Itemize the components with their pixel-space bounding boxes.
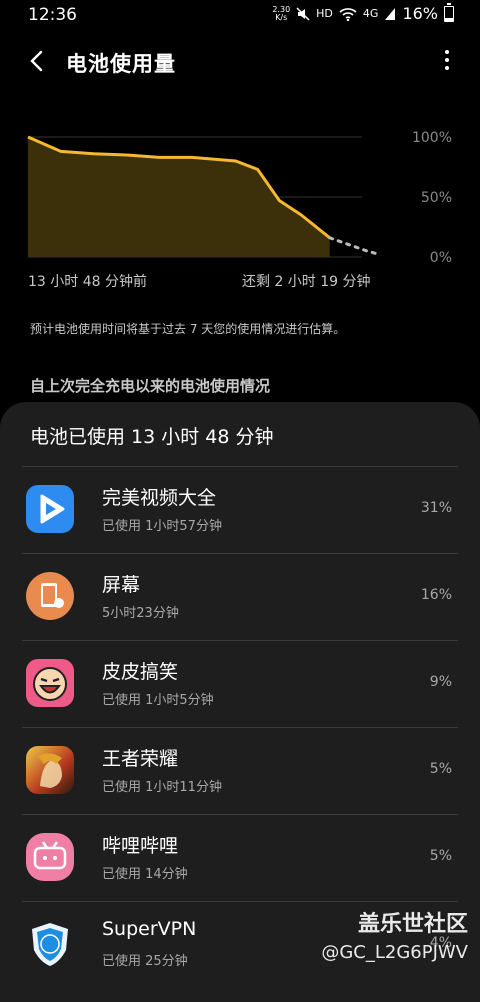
app-usage-time: 5小时23分钟 xyxy=(102,606,179,621)
app-name: 王者荣耀 xyxy=(102,748,179,770)
signal-type: 4G xyxy=(362,7,379,20)
app-usage-percent: 16% xyxy=(420,587,452,603)
app-row-video[interactable]: 完美视频大全 已使用 1小时57分钟 31% xyxy=(22,466,458,553)
estimate-note: 预计电池使用时间将基于过去 7 天您的使用情况进行估算。 xyxy=(30,322,346,336)
hd-badge: HD xyxy=(316,7,333,20)
app-row-bilibili[interactable]: 哔哩哔哩 已使用 14分钟 5% xyxy=(22,814,458,901)
mute-icon xyxy=(296,6,310,21)
community-watermark: 盖乐世社区 @GC_L2G6PJWV xyxy=(321,906,468,963)
total-usage: 电池已使用 13 小时 48 分钟 xyxy=(30,426,274,448)
net-speed-unit: K/s xyxy=(275,12,288,22)
app-name: 哔哩哔哩 xyxy=(102,835,179,857)
bilibili-icon xyxy=(26,833,74,881)
app-usage-percent: 31% xyxy=(420,500,452,516)
game-hero-icon xyxy=(26,746,74,794)
app-header: 电池使用量 xyxy=(0,40,480,84)
app-usage-time: 已使用 14分钟 xyxy=(102,867,188,882)
app-usage-percent: 5% xyxy=(429,761,452,777)
app-row-honor[interactable]: 王者荣耀 已使用 1小时11分钟 5% xyxy=(22,727,458,814)
screen-icon xyxy=(26,572,74,620)
watermark-user: @GC_L2G6PJWV xyxy=(321,942,468,963)
app-usage-time: 已使用 1小时5分钟 xyxy=(102,693,214,708)
wifi-icon xyxy=(339,7,357,21)
app-usage-percent: 9% xyxy=(429,674,452,690)
cell-signal-icon xyxy=(385,7,396,20)
battery-chart xyxy=(0,120,480,280)
app-usage-time: 已使用 1小时11分钟 xyxy=(102,780,222,795)
laughing-face-icon xyxy=(26,659,74,707)
watermark-title: 盖乐世社区 xyxy=(357,912,468,937)
app-usage-time: 已使用 25分钟 xyxy=(102,954,188,969)
status-icons: 2.30 K/s HD 4G 16% xyxy=(272,2,454,23)
app-name: 完美视频大全 xyxy=(102,487,217,509)
status-bar: 12:36 2.30 K/s HD 4G 16% xyxy=(0,0,480,30)
app-usage-percent: 5% xyxy=(429,848,452,864)
y-label-50: 50% xyxy=(420,190,452,206)
app-name: 屏幕 xyxy=(102,574,141,596)
more-options-icon[interactable] xyxy=(442,50,452,72)
battery-chart-svg xyxy=(27,135,382,258)
video-play-icon xyxy=(26,485,74,533)
app-name: 皮皮搞笑 xyxy=(102,661,179,683)
app-usage-time: 已使用 1小时57分钟 xyxy=(102,519,222,534)
x-label-start: 13 小时 48 分钟前 xyxy=(28,274,147,290)
battery-percent: 16% xyxy=(402,4,438,23)
battery-icon xyxy=(444,2,454,22)
y-label-0: 0% xyxy=(429,250,452,266)
since-full-charge-label: 自上次完全充电以来的电池使用情况 xyxy=(30,377,271,395)
app-name: SuperVPN xyxy=(102,918,197,940)
y-label-100: 100% xyxy=(411,130,452,146)
net-speed: 2.30 K/s xyxy=(272,5,290,22)
page-title: 电池使用量 xyxy=(66,52,176,76)
back-arrow-icon[interactable] xyxy=(26,48,48,74)
battery-projection-line xyxy=(328,236,382,257)
status-time: 12:36 xyxy=(28,5,77,25)
app-row-pipi[interactable]: 皮皮搞笑 已使用 1小时5分钟 9% xyxy=(22,640,458,727)
app-row-screen[interactable]: 屏幕 5小时23分钟 16% xyxy=(22,553,458,640)
shield-vpn-icon xyxy=(26,920,74,968)
x-label-end: 还剩 2 小时 19 分钟 xyxy=(242,274,371,290)
